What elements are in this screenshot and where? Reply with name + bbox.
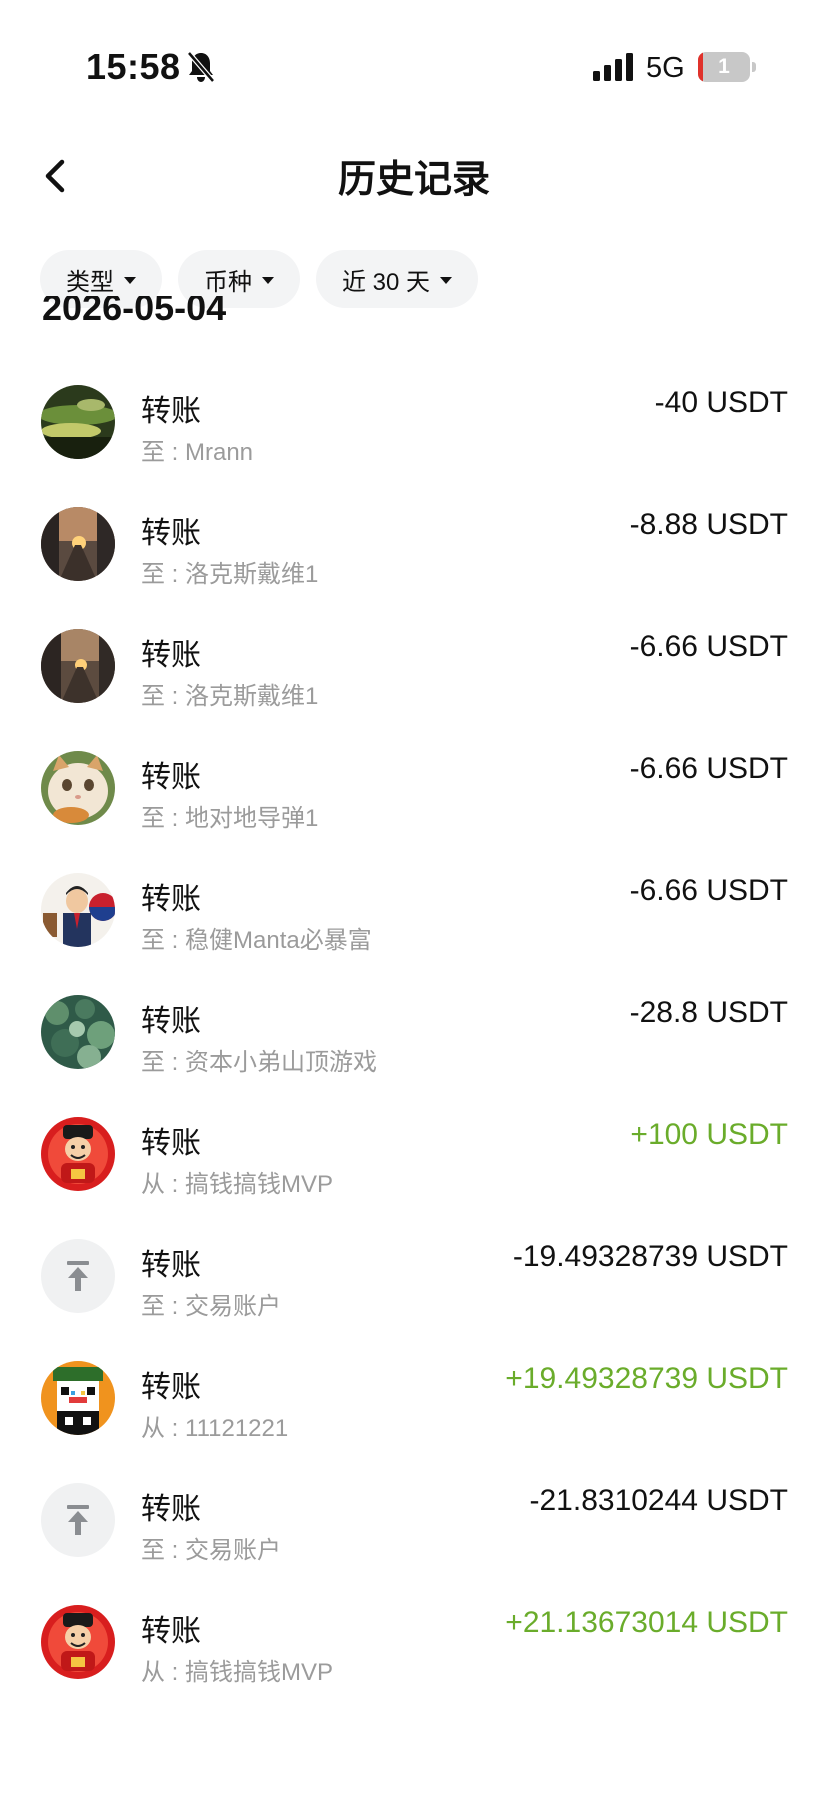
filter-date-range[interactable]: 近 30 天 <box>316 250 479 308</box>
transaction-counterparty: 至 : 稳健Manta必暴富 <box>141 927 372 954</box>
cat-avatar <box>41 751 115 825</box>
status-time: 15:58 <box>86 46 181 87</box>
filter-date-range-label: 近 30 天 <box>342 268 431 296</box>
transaction-title: 转账 <box>141 1493 201 1526</box>
green-landscape-avatar <box>41 385 115 459</box>
transaction-title: 转账 <box>141 1005 201 1038</box>
transaction-amount: -21.8310244 USDT <box>529 1484 789 1517</box>
transaction-row[interactable]: 转账 从 : 搞钱搞钱MVP +100 USDT <box>0 1102 828 1224</box>
caret-down-icon <box>124 276 136 284</box>
caret-down-icon <box>440 276 453 284</box>
fortune-god-avatar <box>41 1605 115 1679</box>
transaction-amount: -6.66 USDT <box>629 752 788 785</box>
transaction-row[interactable]: 转账 至 : Mrann -40 USDT <box>0 370 828 492</box>
transaction-title: 转账 <box>141 1371 201 1404</box>
transaction-row[interactable]: 转账 至 : 资本小弟山顶游戏 -28.8 USDT <box>0 980 828 1102</box>
transaction-amount: +19.49328739 USDT <box>505 1362 788 1395</box>
transaction-amount: -19.49328739 USDT <box>512 1240 788 1273</box>
transaction-row[interactable]: 转账 至 : 地对地导弹1 -6.66 USDT <box>0 736 828 858</box>
transaction-counterparty: 至 : 交易账户 <box>141 1537 282 1564</box>
signal-icon <box>593 53 633 81</box>
transaction-title: 转账 <box>141 883 201 916</box>
transaction-amount: +21.13673014 USDT <box>505 1606 788 1639</box>
transaction-counterparty: 至 : 洛克斯戴维1 <box>141 561 319 588</box>
transaction-row[interactable]: 转账 至 : 交易账户 -21.8310244 USDT <box>0 1468 828 1590</box>
transaction-title: 转账 <box>141 395 201 428</box>
network-label: 5G <box>646 52 685 84</box>
battery-icon: 1 <box>698 52 758 82</box>
pixel-art-avatar <box>41 1361 115 1435</box>
transaction-counterparty: 从 : 搞钱搞钱MVP <box>141 1171 334 1198</box>
date-group-heading: 2026-05-04 <box>42 296 226 336</box>
transaction-counterparty: 至 : 资本小弟山顶游戏 <box>141 1049 378 1076</box>
transaction-counterparty: 至 : Mrann <box>141 439 254 466</box>
fortune-god-avatar <box>41 1117 115 1191</box>
transaction-list: 转账 至 : Mrann -40 USDT 转账 至 : 洛克斯戴维1 -8.8… <box>0 370 828 1712</box>
transaction-row[interactable]: 转账 至 : 稳健Manta必暴富 -6.66 USDT <box>0 858 828 980</box>
sunset-street-avatar <box>41 629 115 703</box>
transaction-amount: -8.88 USDT <box>629 508 788 541</box>
transaction-row[interactable]: 转账 从 : 搞钱搞钱MVP +21.13673014 USDT <box>0 1590 828 1712</box>
filter-type-label: 类型 <box>66 268 114 296</box>
transaction-counterparty: 从 : 搞钱搞钱MVP <box>141 1659 334 1686</box>
battery-level: 1 <box>718 55 730 78</box>
transaction-amount: -28.8 USDT <box>629 996 788 1029</box>
transaction-title: 转账 <box>141 761 201 794</box>
status-bar: 15:58 5G 1 <box>0 0 828 140</box>
filter-currency-label: 币种 <box>204 268 252 296</box>
date-group-label: 2026-05-04 <box>42 296 227 328</box>
sunset-street-avatar <box>41 507 115 581</box>
upload-icon <box>41 1239 115 1313</box>
cartoon-man-avatar <box>41 873 115 947</box>
transaction-row[interactable]: 转账 至 : 洛克斯戴维1 -6.66 USDT <box>0 614 828 736</box>
transaction-amount: +100 USDT <box>630 1118 788 1151</box>
transaction-title: 转账 <box>141 639 201 672</box>
transaction-title: 转账 <box>141 1249 201 1282</box>
transaction-counterparty: 从 : 11121221 <box>141 1415 289 1442</box>
transaction-counterparty: 至 : 地对地导弹1 <box>141 805 319 832</box>
caret-down-icon <box>262 276 274 284</box>
transaction-counterparty: 至 : 洛克斯戴维1 <box>141 683 319 710</box>
history-page: 15:58 5G 1 历史记录 类型 币种 近 30 天 2026-05-04 … <box>0 0 828 1801</box>
transaction-amount: -40 USDT <box>654 386 788 419</box>
page-title: 历史记录 <box>337 159 490 201</box>
transaction-title: 转账 <box>141 1615 201 1648</box>
bell-off-icon <box>187 51 215 83</box>
transaction-title: 转账 <box>141 1127 201 1160</box>
transaction-amount: -6.66 USDT <box>629 630 788 663</box>
transaction-row[interactable]: 转账 从 : 11121221 +19.49328739 USDT <box>0 1346 828 1468</box>
header: 历史记录 <box>0 130 828 220</box>
transaction-title: 转账 <box>141 517 201 550</box>
transaction-counterparty: 至 : 交易账户 <box>141 1293 282 1320</box>
transaction-row[interactable]: 转账 至 : 洛克斯戴维1 -8.88 USDT <box>0 492 828 614</box>
green-leaves-avatar <box>41 995 115 1069</box>
transaction-amount: -6.66 USDT <box>629 874 788 907</box>
upload-icon <box>41 1483 115 1557</box>
transaction-row[interactable]: 转账 至 : 交易账户 -19.49328739 USDT <box>0 1224 828 1346</box>
